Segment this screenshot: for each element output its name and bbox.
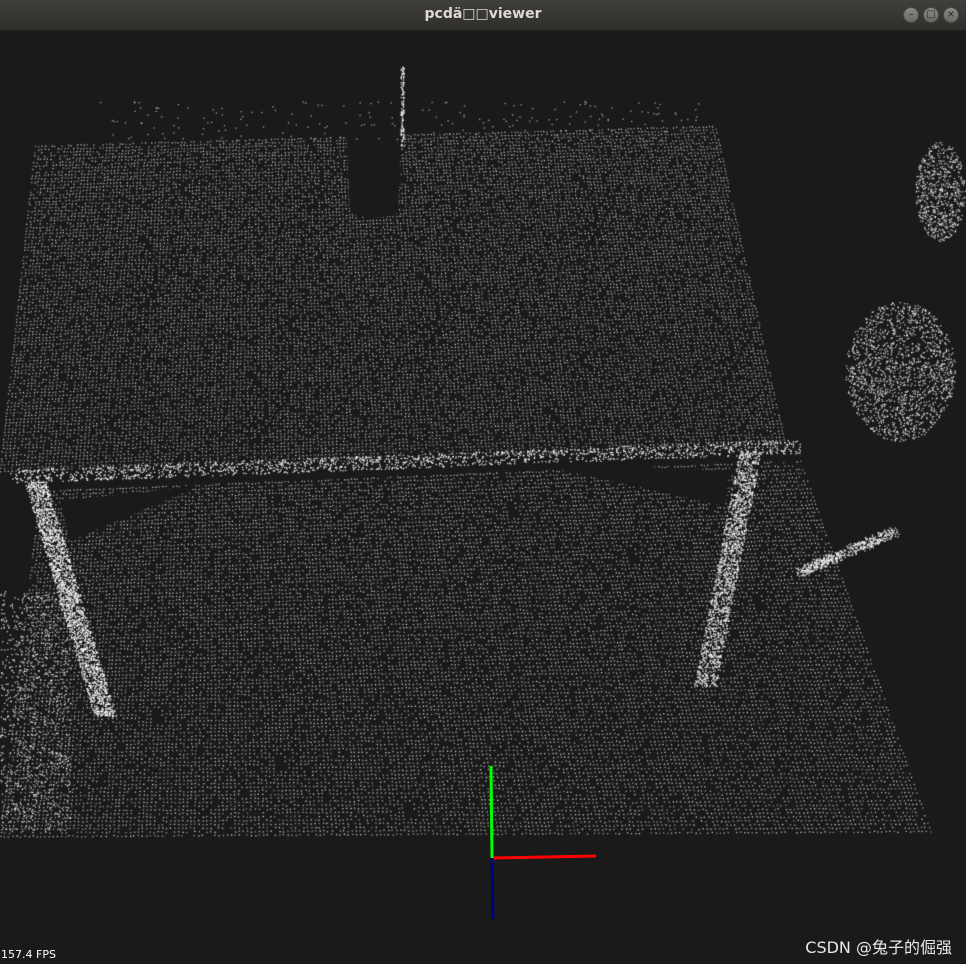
coordinate-axes [489,765,597,920]
minimize-button[interactable]: – [903,7,919,23]
viewer-window: pcdä□□viewer – □ × 157.4 FPS CSDN @兔子的倔强 [0,0,966,964]
close-button[interactable]: × [943,7,959,23]
window-title: pcdä□□viewer [424,6,542,22]
title-bar[interactable]: pcdä□□viewer – □ × [0,0,966,31]
point-cloud-viewport[interactable] [0,31,966,964]
fps-counter: 157.4 FPS [1,948,56,961]
z-axis-line [490,857,495,920]
y-axis-line [489,765,494,859]
maximize-button[interactable]: □ [923,7,939,23]
watermark-text: CSDN @兔子的倔强 [805,938,952,957]
x-axis-line [491,854,597,860]
